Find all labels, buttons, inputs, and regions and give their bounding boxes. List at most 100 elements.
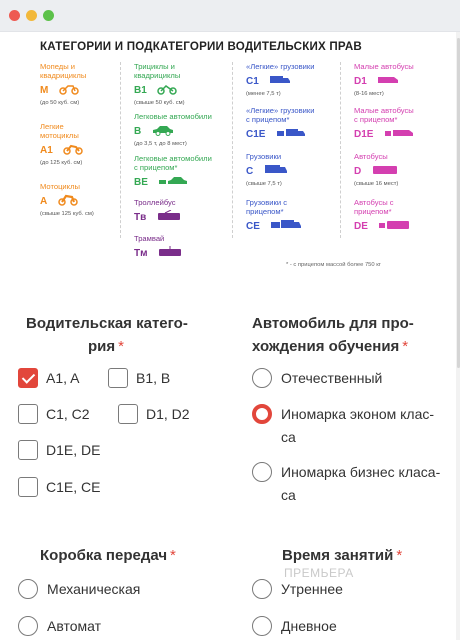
category-name: Троллейбус	[134, 198, 176, 207]
infographic-column-buses: Малые автобусы D1 (8-16 мест) Малые авто…	[354, 62, 418, 238]
category-code: C1	[246, 76, 259, 87]
category-desc: (до 125 куб. см)	[40, 160, 83, 166]
category-desc: (свыше 125 куб. см)	[40, 211, 94, 217]
category-code: CE	[246, 221, 260, 232]
checkbox[interactable]	[108, 368, 128, 388]
tricycle-icon	[157, 84, 177, 95]
car-option-domestic[interactable]: Отечественный	[252, 367, 382, 390]
gearbox-question: Коробка передач *	[40, 544, 176, 567]
category-desc: (свыше 16 мест)	[354, 181, 399, 187]
motorcycle-icon	[57, 194, 78, 206]
option-label: D1, D2	[146, 406, 190, 422]
gearbox-option-manual[interactable]: Механическая	[18, 578, 140, 601]
category-name: «Легкие» грузовики с прицепом*	[246, 106, 315, 124]
column-divider	[340, 62, 341, 238]
car-question-line2: хождения обучения	[252, 338, 400, 355]
truck-icon	[264, 164, 287, 173]
category-de: Автобусы с прицепом* DE	[354, 198, 418, 238]
category-name: Автобусы с прицепом*	[354, 198, 394, 216]
category-option-d1-d2[interactable]: D1, D2	[118, 403, 190, 426]
car-question-line1: Автомобиль для про-	[252, 315, 414, 332]
radio-button[interactable]	[252, 616, 272, 636]
option-label: Утреннее	[281, 581, 343, 597]
category-a1: Легкие мотоциклы A1 (до 125 куб. см)	[40, 122, 110, 182]
radio-button-selected[interactable]	[252, 404, 272, 424]
category-code: C	[246, 166, 254, 177]
category-m: Мопеды и квадрициклы M (до 50 куб. см)	[40, 62, 110, 122]
category-name: Легковые автомобили	[134, 112, 212, 121]
option-label-line1: Иномарка бизнес класа-	[281, 464, 441, 480]
option-label: C1E, CE	[46, 479, 101, 495]
category-name: Грузовики с прицепом*	[246, 198, 287, 216]
option-label: Отечественный	[281, 370, 383, 386]
required-asterisk: *	[170, 547, 176, 564]
required-asterisk: *	[396, 547, 403, 564]
license-categories-infographic: КАТЕГОРИИ И ПОДКАТЕГОРИИ ВОДИТЕЛЬСКИХ ПР…	[20, 38, 440, 278]
category-name: Легкие мотоциклы	[40, 122, 79, 140]
column-divider	[120, 62, 121, 238]
category-option-a1-a[interactable]: A1, A	[18, 367, 79, 390]
checkbox[interactable]	[118, 404, 138, 424]
light-truck-trailer-icon	[276, 128, 305, 136]
category-name: Автобусы	[354, 152, 388, 161]
category-ce: Грузовики с прицепом* CE	[246, 198, 316, 238]
time-option-morning[interactable]: Утреннее	[252, 578, 343, 601]
motorcycle-icon	[63, 144, 83, 155]
maximize-window-button[interactable]	[43, 10, 54, 21]
category-code: C1E	[246, 129, 266, 140]
category-code: D1	[354, 76, 367, 87]
category-desc: (свыше 7,5 т)	[246, 181, 282, 187]
infographic-column-cars: Трициклы и квадрициклы B1 (свыше 50 куб.…	[134, 62, 216, 264]
radio-button[interactable]	[18, 616, 38, 636]
option-label: A1, A	[46, 370, 80, 386]
bus-icon	[372, 165, 397, 174]
car-option-economy[interactable]: Иномарка эконом клас- са	[252, 403, 434, 449]
gearbox-option-automatic[interactable]: Автомат	[18, 615, 101, 638]
radio-button[interactable]	[252, 462, 272, 482]
category-option-b1-b[interactable]: B1, B	[108, 367, 170, 390]
category-question-line1: Водительская катего-	[26, 315, 188, 332]
category-code: M	[40, 85, 49, 96]
checkbox[interactable]	[18, 404, 38, 424]
category-name: Трамвай	[134, 234, 165, 243]
category-name: «Легкие» грузовики	[246, 62, 315, 71]
title-bar	[0, 0, 460, 32]
category-option-c1e-ce[interactable]: C1E, CE	[18, 476, 100, 499]
radio-button[interactable]	[252, 579, 272, 599]
time-option-day[interactable]: Дневное	[252, 615, 337, 638]
category-option-c1-c2[interactable]: C1, C2	[18, 403, 90, 426]
radio-button[interactable]	[252, 368, 272, 388]
category-desc: (до 50 куб. см)	[40, 100, 80, 106]
checkbox-checked[interactable]	[18, 368, 38, 388]
category-name: Малые автобусы с прицепом*	[354, 106, 414, 124]
bus-trailer-icon	[379, 220, 410, 229]
car-question: Автомобиль для про- хождения обучения *	[252, 312, 452, 358]
browser-window: КАТЕГОРИИ И ПОДКАТЕГОРИИ ВОДИТЕЛЬСКИХ ПР…	[0, 0, 460, 640]
category-code: D	[354, 166, 362, 177]
time-question: Время занятий *	[282, 544, 402, 567]
option-label-line1: Иномарка эконом клас-	[281, 406, 435, 422]
category-code: D1E	[354, 129, 374, 140]
category-desc: (8-16 мест)	[354, 91, 384, 97]
infographic-column-moto: Мопеды и квадрициклы M (до 50 куб. см) Л…	[40, 62, 110, 242]
category-desc: (до 3,5 т, до 8 мест)	[134, 141, 187, 147]
category-d1: Малые автобусы D1 (8-16 мест)	[354, 62, 418, 106]
category-c1: «Легкие» грузовики C1 (менее 7,5 т)	[246, 62, 316, 106]
truck-trailer-icon	[271, 219, 302, 228]
checkbox[interactable]	[18, 440, 38, 460]
infographic-column-trucks: «Легкие» грузовики C1 (менее 7,5 т) «Лег…	[246, 62, 316, 238]
minimize-window-button[interactable]	[26, 10, 37, 21]
checkbox[interactable]	[18, 477, 38, 497]
category-option-d1e-de[interactable]: D1E, DE	[18, 439, 100, 462]
radio-button[interactable]	[18, 579, 38, 599]
option-label: B1, B	[136, 370, 171, 386]
time-question-label: Время занятий	[282, 547, 394, 564]
category-name: Мопеды и квадрициклы	[40, 62, 87, 80]
car-option-business[interactable]: Иномарка бизнес класа- са	[252, 461, 440, 507]
infographic-footnote: * - с прицепом массой более 750 кг	[286, 262, 381, 268]
option-label-line2: са	[281, 487, 296, 503]
category-desc: (свыше 50 куб. см)	[134, 100, 185, 106]
close-window-button[interactable]	[9, 10, 20, 21]
category-be: Легковые автомобили с прицепом* BE	[134, 154, 216, 198]
category-desc: (менее 7,5 т)	[246, 91, 281, 97]
